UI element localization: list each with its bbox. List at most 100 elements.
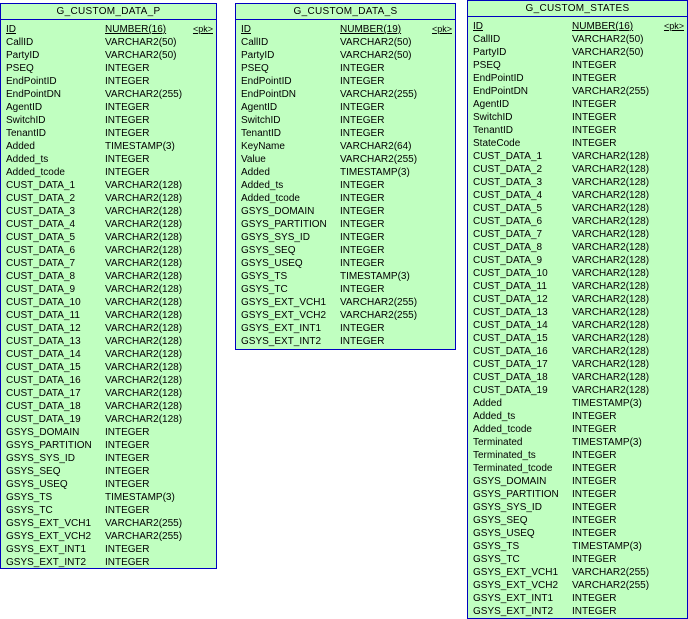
table-g-custom-states[interactable]: G_CUSTOM_STATES ID NUMBER(16) <pk> CallID VA… — [467, 0, 688, 619]
column-row[interactable]: CUST_DATA_5 VARCHAR2(128) — [1, 231, 216, 244]
table-g-custom-data-s[interactable]: G_CUSTOM_DATA_S ID NUMBER(19) <pk> CallID VA… — [235, 3, 456, 350]
column-row[interactable]: GSYS_PARTITION INTEGER — [236, 218, 455, 231]
column-row[interactable]: CUST_DATA_18 VARCHAR2(128) — [1, 400, 216, 413]
column-row[interactable]: CUST_DATA_14 VARCHAR2(128) — [468, 319, 687, 332]
column-row[interactable]: SwitchID INTEGER — [236, 114, 455, 127]
column-row[interactable]: CUST_DATA_19 VARCHAR2(128) — [468, 384, 687, 397]
column-row[interactable]: Added_ts INTEGER — [468, 410, 687, 423]
column-row[interactable]: CUST_DATA_2 VARCHAR2(128) — [1, 192, 216, 205]
column-row[interactable]: CUST_DATA_6 VARCHAR2(128) — [1, 244, 216, 257]
column-row[interactable]: TenantID INTEGER — [1, 127, 216, 140]
column-row[interactable]: GSYS_TC INTEGER — [1, 504, 216, 517]
column-row[interactable]: PartyID VARCHAR2(50) — [1, 49, 216, 62]
column-row[interactable]: StateCode INTEGER — [468, 137, 687, 150]
column-row[interactable]: CUST_DATA_1 VARCHAR2(128) — [1, 179, 216, 192]
column-row[interactable]: GSYS_EXT_VCH1 VARCHAR2(255) — [236, 296, 455, 309]
column-row[interactable]: GSYS_EXT_VCH1 VARCHAR2(255) — [468, 566, 687, 579]
column-row[interactable]: GSYS_SEQ INTEGER — [236, 244, 455, 257]
column-row[interactable]: AgentID INTEGER — [468, 98, 687, 111]
column-row[interactable]: CUST_DATA_14 VARCHAR2(128) — [1, 348, 216, 361]
column-row[interactable]: GSYS_EXT_INT2 INTEGER — [468, 605, 687, 618]
column-row[interactable]: SwitchID INTEGER — [468, 111, 687, 124]
column-row[interactable]: GSYS_SYS_ID INTEGER — [468, 501, 687, 514]
column-row[interactable]: GSYS_TC INTEGER — [236, 283, 455, 296]
column-row[interactable]: GSYS_EXT_INT1 INTEGER — [236, 322, 455, 335]
column-row[interactable]: GSYS_USEQ INTEGER — [236, 257, 455, 270]
column-row[interactable]: CUST_DATA_19 VARCHAR2(128) — [1, 413, 216, 426]
column-row[interactable]: KeyName VARCHAR2(64) — [236, 140, 455, 153]
column-row[interactable]: GSYS_DOMAIN INTEGER — [236, 205, 455, 218]
table-g-custom-data-p[interactable]: G_CUSTOM_DATA_P ID NUMBER(16) <pk> CallID VA… — [0, 3, 217, 569]
column-row[interactable]: GSYS_PARTITION INTEGER — [468, 488, 687, 501]
column-row[interactable]: CUST_DATA_4 VARCHAR2(128) — [468, 189, 687, 202]
column-row[interactable]: Terminated_tcode INTEGER — [468, 462, 687, 475]
column-row[interactable]: Added TIMESTAMP(3) — [236, 166, 455, 179]
column-row[interactable]: GSYS_EXT_VCH1 VARCHAR2(255) — [1, 517, 216, 530]
column-row[interactable]: Added TIMESTAMP(3) — [1, 140, 216, 153]
primary-key-row[interactable]: ID NUMBER(16) <pk> — [1, 23, 216, 36]
column-row[interactable]: CUST_DATA_7 VARCHAR2(128) — [468, 228, 687, 241]
column-row[interactable]: GSYS_DOMAIN INTEGER — [468, 475, 687, 488]
column-row[interactable]: GSYS_EXT_VCH2 VARCHAR2(255) — [468, 579, 687, 592]
column-row[interactable]: CUST_DATA_18 VARCHAR2(128) — [468, 371, 687, 384]
column-row[interactable]: GSYS_EXT_INT2 INTEGER — [1, 556, 216, 569]
column-row[interactable]: GSYS_SEQ INTEGER — [468, 514, 687, 527]
column-row[interactable]: GSYS_EXT_INT1 INTEGER — [1, 543, 216, 556]
column-row[interactable]: CUST_DATA_12 VARCHAR2(128) — [1, 322, 216, 335]
column-row[interactable]: GSYS_SYS_ID INTEGER — [1, 452, 216, 465]
column-row[interactable]: CUST_DATA_11 VARCHAR2(128) — [1, 309, 216, 322]
column-row[interactable]: Terminated_ts INTEGER — [468, 449, 687, 462]
column-row[interactable]: Added_tcode INTEGER — [1, 166, 216, 179]
column-row[interactable]: CUST_DATA_15 VARCHAR2(128) — [468, 332, 687, 345]
column-row[interactable]: EndPointID INTEGER — [236, 75, 455, 88]
column-row[interactable]: CUST_DATA_6 VARCHAR2(128) — [468, 215, 687, 228]
column-row[interactable]: AgentID INTEGER — [236, 101, 455, 114]
column-row[interactable]: GSYS_EXT_VCH2 VARCHAR2(255) — [1, 530, 216, 543]
column-row[interactable]: CUST_DATA_3 VARCHAR2(128) — [468, 176, 687, 189]
column-row[interactable]: CUST_DATA_9 VARCHAR2(128) — [1, 283, 216, 296]
column-row[interactable]: CUST_DATA_9 VARCHAR2(128) — [468, 254, 687, 267]
column-row[interactable]: GSYS_EXT_VCH2 VARCHAR2(255) — [236, 309, 455, 322]
column-row[interactable]: CUST_DATA_17 VARCHAR2(128) — [468, 358, 687, 371]
column-row[interactable]: PartyID VARCHAR2(50) — [468, 46, 687, 59]
column-row[interactable]: GSYS_TS TIMESTAMP(3) — [468, 540, 687, 553]
column-row[interactable]: TenantID INTEGER — [468, 124, 687, 137]
column-row[interactable]: CUST_DATA_2 VARCHAR2(128) — [468, 163, 687, 176]
column-row[interactable]: CUST_DATA_7 VARCHAR2(128) — [1, 257, 216, 270]
column-row[interactable]: EndPointDN VARCHAR2(255) — [468, 85, 687, 98]
column-row[interactable]: GSYS_TS TIMESTAMP(3) — [1, 491, 216, 504]
column-row[interactable]: CUST_DATA_16 VARCHAR2(128) — [468, 345, 687, 358]
column-row[interactable]: GSYS_PARTITION INTEGER — [1, 439, 216, 452]
column-row[interactable]: CallID VARCHAR2(50) — [236, 36, 455, 49]
column-row[interactable]: CUST_DATA_8 VARCHAR2(128) — [1, 270, 216, 283]
column-row[interactable]: Added_tcode INTEGER — [468, 423, 687, 436]
column-row[interactable]: EndPointID INTEGER — [468, 72, 687, 85]
column-row[interactable]: Added_ts INTEGER — [236, 179, 455, 192]
column-row[interactable]: CUST_DATA_1 VARCHAR2(128) — [468, 150, 687, 163]
column-row[interactable]: GSYS_DOMAIN INTEGER — [1, 426, 216, 439]
column-row[interactable]: TenantID INTEGER — [236, 127, 455, 140]
column-row[interactable]: CUST_DATA_10 VARCHAR2(128) — [468, 267, 687, 280]
column-row[interactable]: GSYS_TC INTEGER — [468, 553, 687, 566]
column-row[interactable]: GSYS_USEQ INTEGER — [1, 478, 216, 491]
column-row[interactable]: EndPointID INTEGER — [1, 75, 216, 88]
column-row[interactable]: EndPointDN VARCHAR2(255) — [1, 88, 216, 101]
column-row[interactable]: Added_tcode INTEGER — [236, 192, 455, 205]
column-row[interactable]: EndPointDN VARCHAR2(255) — [236, 88, 455, 101]
column-row[interactable]: CallID VARCHAR2(50) — [468, 33, 687, 46]
column-row[interactable]: GSYS_TS TIMESTAMP(3) — [236, 270, 455, 283]
column-row[interactable]: GSYS_EXT_INT2 INTEGER — [236, 335, 455, 348]
column-row[interactable]: Added_ts INTEGER — [1, 153, 216, 166]
column-row[interactable]: PartyID VARCHAR2(50) — [236, 49, 455, 62]
column-row[interactable]: GSYS_SYS_ID INTEGER — [236, 231, 455, 244]
column-row[interactable]: CUST_DATA_11 VARCHAR2(128) — [468, 280, 687, 293]
column-row[interactable]: PSEQ INTEGER — [236, 62, 455, 75]
column-row[interactable]: CUST_DATA_4 VARCHAR2(128) — [1, 218, 216, 231]
primary-key-row[interactable]: ID NUMBER(19) <pk> — [236, 23, 455, 36]
column-row[interactable]: PSEQ INTEGER — [1, 62, 216, 75]
primary-key-row[interactable]: ID NUMBER(16) <pk> — [468, 20, 687, 33]
column-row[interactable]: CUST_DATA_15 VARCHAR2(128) — [1, 361, 216, 374]
column-row[interactable]: CUST_DATA_13 VARCHAR2(128) — [1, 335, 216, 348]
column-row[interactable]: Terminated TIMESTAMP(3) — [468, 436, 687, 449]
column-row[interactable]: SwitchID INTEGER — [1, 114, 216, 127]
